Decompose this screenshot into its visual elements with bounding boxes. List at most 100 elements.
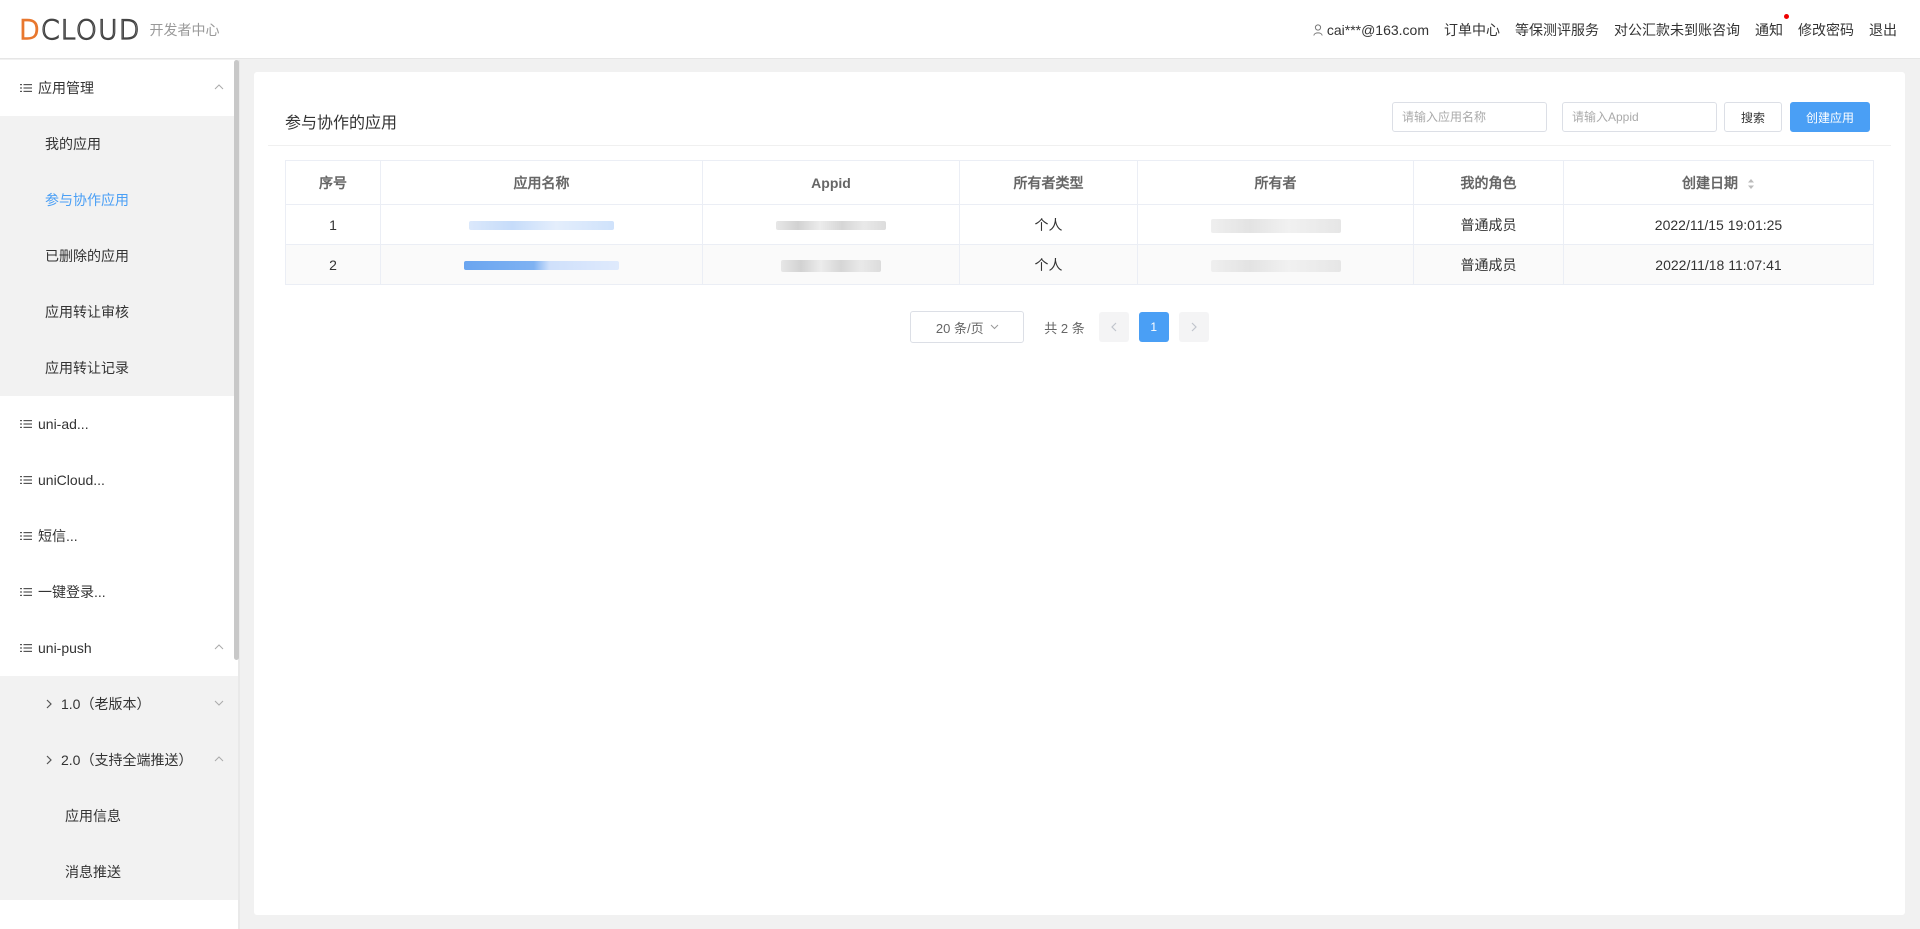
cell-owner-redacted [1137, 204, 1414, 245]
chevron-down-icon [214, 700, 224, 706]
cell-index: 2 [285, 244, 381, 285]
search-button[interactable]: 搜索 [1724, 102, 1782, 132]
main-card: 参与协作的应用 搜索 创建应用 序号 应用名称 Appid 所有者类型 所有者 … [254, 72, 1905, 915]
cell-owner-type: 个人 [959, 204, 1138, 245]
top-nav: cai***@163.com 订单中心 等保测评服务 对公汇款未到账咨询 通知 … [1298, 14, 1897, 40]
menu-push-v1-label: 1.0（老版本） [61, 696, 151, 712]
table-header-row: 序号 应用名称 Appid 所有者类型 所有者 我的角色 创建日期 [285, 160, 1874, 205]
menu-deleted-apps[interactable]: 已删除的应用 [0, 228, 238, 284]
col-app-name: 应用名称 [380, 160, 703, 205]
pagination: 20 条/页 共 2 条 1 [254, 311, 1905, 343]
menu-uni-push-label: uni-push [38, 640, 92, 656]
redacted-app-name[interactable] [469, 221, 614, 231]
menu-push-v2[interactable]: 2.0（支持全端推送） [0, 732, 238, 788]
cell-index: 1 [285, 204, 381, 245]
table-row: 2 个人 普通成员 2022/11/18 11:07:41 [285, 244, 1874, 285]
redacted-appid [781, 259, 881, 272]
cell-created-date: 2022/11/15 19:01:25 [1563, 204, 1874, 245]
menu-uni-push[interactable]: uni-push [0, 620, 238, 676]
page-title: 参与协作的应用 [285, 115, 398, 132]
redacted-appid [776, 221, 886, 231]
menu-uni-ad[interactable]: uni-ad... [0, 396, 238, 452]
list-icon [20, 588, 32, 596]
list-icon [20, 84, 32, 92]
redacted-app-name[interactable] [464, 261, 619, 271]
menu-unicloud-label: uniCloud... [38, 472, 105, 488]
menu-onekey-login[interactable]: 一键登录... [0, 564, 238, 620]
menu-push-v1[interactable]: 1.0（老版本） [0, 676, 238, 732]
user-account[interactable]: cai***@163.com [1313, 22, 1429, 38]
cell-app-name-redacted[interactable] [380, 204, 703, 245]
list-icon [20, 644, 32, 652]
cell-app-name-redacted[interactable] [380, 244, 703, 285]
menu-collab-apps[interactable]: 参与协作应用 [0, 172, 238, 228]
chevron-up-icon [214, 84, 224, 90]
logo-subtitle: 开发者中心 [149, 22, 220, 38]
sort-icon[interactable] [1747, 177, 1755, 191]
page-size-value: 20 条/页 [935, 320, 984, 336]
chevron-down-icon [990, 324, 998, 330]
menu-sms-label: 短信... [38, 528, 78, 544]
menu-uni-ad-label: uni-ad... [38, 416, 89, 432]
nav-notifications[interactable]: 通知 [1755, 14, 1789, 40]
list-icon [20, 420, 32, 428]
cell-role: 普通成员 [1413, 244, 1564, 285]
menu-onekey-login-label: 一键登录... [38, 584, 106, 600]
menu-unicloud[interactable]: uniCloud... [0, 452, 238, 508]
cell-role: 普通成员 [1413, 204, 1564, 245]
redacted-owner [1210, 259, 1341, 272]
menu-push-app-info[interactable]: 应用信息 [0, 788, 238, 844]
col-owner: 所有者 [1137, 160, 1414, 205]
dcloud-logo[interactable]: DCLOUD 开发者中心 [18, 14, 220, 46]
appid-search-input[interactable] [1562, 102, 1717, 132]
menu-app-management-label: 应用管理 [38, 80, 94, 96]
col-appid: Appid [702, 160, 960, 205]
nav-security-assessment[interactable]: 等保测评服务 [1515, 20, 1599, 40]
logo-wordmark: DCLOUD [18, 14, 141, 46]
prev-page-button[interactable] [1098, 312, 1129, 342]
page-button-current[interactable]: 1 [1138, 312, 1169, 342]
nav-orders[interactable]: 订单中心 [1444, 20, 1500, 40]
create-app-button[interactable]: 创建应用 [1790, 102, 1870, 132]
user-icon [1313, 24, 1323, 36]
menu-transfer-records[interactable]: 应用转让记录 [0, 340, 238, 396]
table-row: 1 个人 普通成员 2022/11/15 19:01:25 [285, 204, 1874, 245]
cell-appid-redacted [702, 244, 960, 285]
col-created-date[interactable]: 创建日期 [1563, 160, 1874, 205]
notification-dot [1784, 14, 1789, 19]
nav-logout[interactable]: 退出 [1869, 20, 1897, 40]
nav-remittance-inquiry[interactable]: 对公汇款未到账咨询 [1614, 20, 1740, 40]
cell-created-date: 2022/11/18 11:07:41 [1563, 244, 1874, 285]
cell-owner-type: 个人 [959, 244, 1138, 285]
chevron-right-icon [1191, 322, 1197, 332]
cell-owner-redacted [1137, 244, 1414, 285]
sidebar: 应用管理 我的应用 参与协作应用 已删除的应用 应用转让审核 应用转让记录 un… [0, 60, 238, 929]
total-count: 共 2 条 [1044, 320, 1085, 336]
user-email: cai***@163.com [1326, 22, 1429, 38]
top-header: DCLOUD 开发者中心 cai***@163.com 订单中心 等保测评服务 … [0, 0, 1920, 59]
chevron-right-icon [46, 699, 52, 709]
chevron-up-icon [214, 756, 224, 762]
divider [268, 145, 1891, 146]
sidebar-scrollbar[interactable] [234, 60, 239, 660]
cell-appid-redacted [702, 204, 960, 245]
list-icon [20, 476, 32, 484]
col-created-date-label: 创建日期 [1682, 174, 1739, 191]
col-index: 序号 [285, 160, 381, 205]
chevron-right-icon [46, 755, 52, 765]
col-owner-type: 所有者类型 [959, 160, 1138, 205]
app-name-search-input[interactable] [1392, 102, 1547, 132]
page-size-select[interactable]: 20 条/页 [910, 311, 1025, 343]
apps-table: 序号 应用名称 Appid 所有者类型 所有者 我的角色 创建日期 1 个人 普… [285, 160, 1874, 285]
menu-my-apps[interactable]: 我的应用 [0, 116, 238, 172]
redacted-owner [1210, 218, 1341, 233]
list-icon [20, 532, 32, 540]
menu-push-messages[interactable]: 消息推送 [0, 844, 238, 900]
chevron-left-icon [1110, 322, 1117, 332]
menu-transfer-review[interactable]: 应用转让审核 [0, 284, 238, 340]
chevron-up-icon [214, 644, 224, 650]
menu-app-management[interactable]: 应用管理 [0, 60, 238, 116]
next-page-button[interactable] [1178, 312, 1209, 342]
nav-change-password[interactable]: 修改密码 [1798, 20, 1854, 40]
menu-sms[interactable]: 短信... [0, 508, 238, 564]
